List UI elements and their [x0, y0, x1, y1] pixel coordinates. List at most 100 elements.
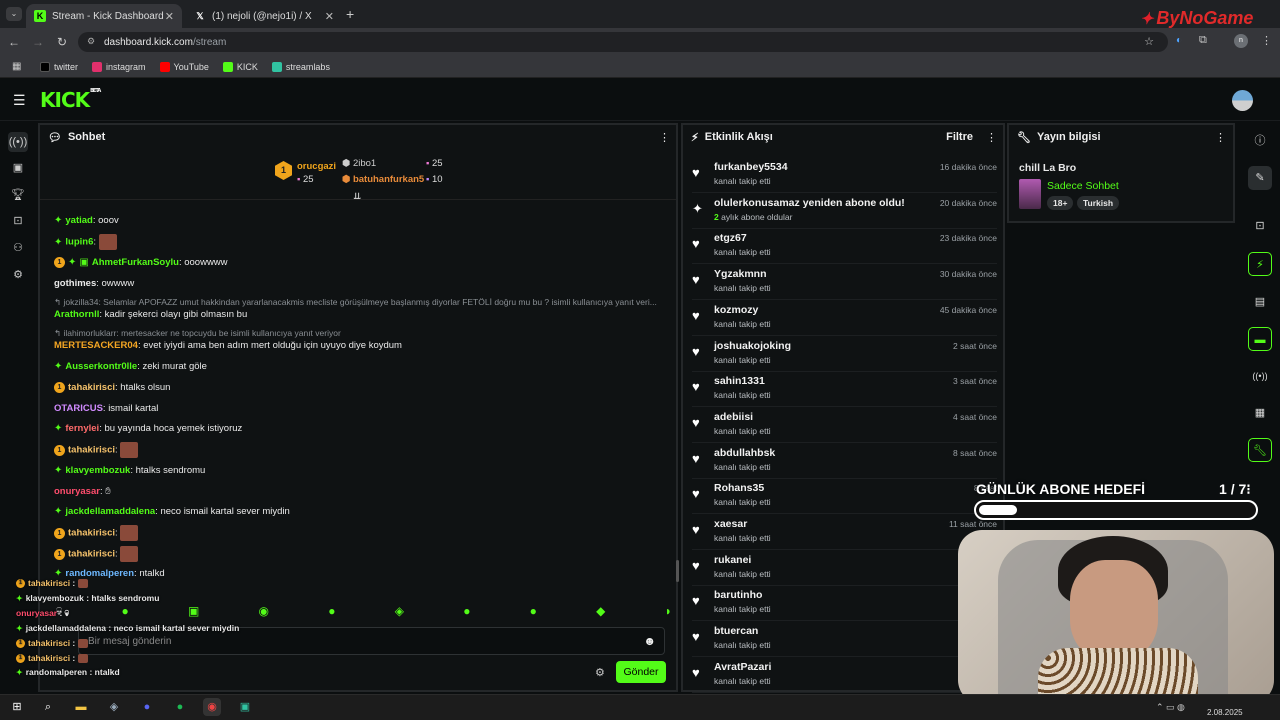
activity-options-icon[interactable]: ⋮: [986, 131, 997, 144]
activity-username[interactable]: etgz67: [714, 232, 747, 244]
emote-green-icon[interactable]: ◈: [395, 604, 404, 622]
profile-avatar[interactable]: n: [1234, 34, 1248, 48]
streamlabs-icon[interactable]: ▣: [236, 698, 254, 716]
star-icon[interactable]: ☆: [1144, 35, 1154, 48]
trophy-icon[interactable]: 🏆︎: [8, 185, 28, 205]
activity-item[interactable]: ♥AvratPazarikanalı takip etti19: [692, 657, 997, 693]
activity-item[interactable]: ♥ adebiisi kanalı takip etti 4 saat önce: [692, 407, 997, 443]
activity-item[interactable]: ♥barutinhokanalı takip etti15: [692, 585, 997, 622]
chat-username[interactable]: gothimes: [54, 278, 96, 289]
wrench-icon[interactable]: 🔧︎: [1248, 438, 1272, 462]
activity-item[interactable]: ♥ Rohans35 kanalı takip etti 8 saat: [692, 478, 997, 515]
chat-icon[interactable]: ▬: [1248, 327, 1272, 351]
chat-scrollbar[interactable]: [676, 560, 679, 582]
activity-item[interactable]: ♥ xaesar kanalı takip etti 11 saat önce: [692, 514, 997, 550]
chat-username[interactable]: tahakirisci: [68, 445, 115, 456]
tab-kick-dashboard[interactable]: K Stream - Kick Dashboard ✕: [26, 4, 182, 28]
close-icon[interactable]: ✕: [165, 10, 174, 23]
layout-icon[interactable]: ▦: [1248, 401, 1272, 425]
activity-username[interactable]: Ygzakmnn: [714, 268, 767, 280]
filter-button[interactable]: Filtre: [946, 131, 973, 143]
chat-username[interactable]: Arathornll: [54, 309, 99, 320]
forward-icon[interactable]: →: [30, 34, 46, 50]
chrome-icon[interactable]: ◉: [203, 698, 221, 716]
emote-green-icon[interactable]: ◆: [596, 604, 605, 622]
category-name[interactable]: Sadece Sohbet: [1047, 180, 1119, 192]
lightning-icon[interactable]: ⚡︎: [1248, 252, 1272, 276]
bookmark-youtube[interactable]: YouTube: [159, 61, 209, 72]
gifter-name[interactable]: orucgazi: [297, 161, 336, 172]
kick-logo[interactable]: KICKBETA: [40, 88, 101, 112]
app-icon[interactable]: ◈: [105, 698, 123, 716]
activity-item[interactable]: ♥btuercankanalı takip etti18: [692, 621, 997, 658]
activity-item[interactable]: ♥ sahin1331 kanalı takip etti 3 saat önce: [692, 371, 997, 408]
system-tray[interactable]: ⌃ ▭ ◍: [1156, 702, 1185, 713]
emote-green-icon[interactable]: ●: [328, 604, 335, 622]
settings-gear-icon[interactable]: ⚙: [8, 265, 28, 285]
hamburger-menu-icon[interactable]: ☰: [13, 92, 26, 109]
bookmark-kick[interactable]: KICK: [222, 61, 258, 72]
activity-username[interactable]: furkanbey5534: [714, 161, 788, 173]
close-icon[interactable]: ✕: [325, 10, 334, 23]
extension-icon[interactable]: ◐: [1176, 35, 1182, 46]
chat-username[interactable]: MERTESACKER04: [54, 340, 138, 351]
emote-green-icon[interactable]: ◗: [665, 604, 672, 622]
chat-username[interactable]: AhmetFurkanSoylu: [92, 257, 179, 268]
tab-x-profile[interactable]: 𝕏 (1) nejoli (@nejo1i) / X ✕: [186, 4, 342, 28]
activity-username[interactable]: Rohans35: [714, 482, 764, 494]
kebab-menu-icon[interactable]: ⋮: [1261, 34, 1272, 47]
broadcast-icon[interactable]: ((•)): [8, 132, 28, 152]
activity-username[interactable]: adebiisi: [714, 411, 753, 423]
chat-username[interactable]: tahakirisci: [68, 382, 115, 393]
reply-preview[interactable]: ↰ ilahimorluklarr: mertesacker ne topcuy…: [54, 328, 341, 339]
broadcast-icon[interactable]: ((•)): [1248, 364, 1272, 388]
site-info-icon[interactable]: ⚙: [87, 36, 95, 47]
emoji-picker-icon[interactable]: ☻: [643, 634, 656, 648]
bookmark-twitter[interactable]: twitter: [40, 61, 78, 72]
new-tab-button[interactable]: +: [346, 6, 354, 22]
activity-item[interactable]: ♥ etgz67 kanalı takip etti 23 dakika önce: [692, 228, 997, 265]
document-icon[interactable]: ▤: [1248, 290, 1272, 314]
chat-username[interactable]: Ausserkontr0lle: [65, 361, 137, 372]
chat-username[interactable]: klavyembozuk: [65, 465, 130, 476]
activity-item[interactable]: ♥rukaneikanalı takip etti15: [692, 550, 997, 586]
chat-options-icon[interactable]: ⋮: [659, 131, 670, 144]
windows-start-icon[interactable]: ⊞: [8, 698, 26, 716]
target-icon[interactable]: ⊡: [1248, 214, 1272, 238]
category-thumbnail[interactable]: [1019, 179, 1041, 209]
edit-pencil-icon[interactable]: ✎: [1248, 166, 1272, 190]
chat-username[interactable]: onuryasar: [54, 486, 100, 497]
emote-green-icon[interactable]: ▣: [188, 604, 199, 622]
emote-green-icon[interactable]: ●: [530, 604, 537, 622]
extensions-puzzle-icon[interactable]: ⧉: [1199, 34, 1207, 47]
analytics-icon[interactable]: ▣: [8, 158, 28, 178]
discord-icon[interactable]: ●: [138, 698, 156, 716]
target-icon[interactable]: ⊡: [8, 211, 28, 231]
activity-username[interactable]: kozmozy: [714, 304, 758, 316]
activity-username[interactable]: btuercan: [714, 625, 758, 637]
chat-username[interactable]: yatiad: [65, 215, 92, 226]
chat-settings-icon[interactable]: ⚙: [595, 666, 605, 679]
gifter-name[interactable]: ⬢ 2ibo1: [342, 158, 376, 169]
chat-username[interactable]: jackdellamaddalena: [65, 506, 155, 517]
chat-username[interactable]: tahakirisci: [68, 549, 115, 560]
gifter-name[interactable]: ⬢ batuhanfurkan5: [342, 174, 424, 185]
send-button[interactable]: Gönder: [616, 661, 666, 683]
emote-green-icon[interactable]: ●: [121, 604, 128, 622]
emote-green-icon[interactable]: ●: [463, 604, 470, 622]
activity-username[interactable]: olulerkonusamaz yeniden abone oldu!: [714, 197, 905, 209]
activity-username[interactable]: AvratPazari: [714, 661, 771, 673]
activity-item[interactable]: ♥ kozmozy kanalı takip etti 45 dakika önce: [692, 300, 997, 336]
chat-username[interactable]: fernylei: [65, 423, 99, 434]
stream-info-options-icon[interactable]: ⋮: [1215, 131, 1226, 144]
activity-item[interactable]: ✦ olulerkonusamaz yeniden abone oldu! 2 ay…: [692, 193, 997, 229]
chat-username[interactable]: tahakirisci: [68, 528, 115, 539]
activity-item[interactable]: ♥ furkanbey5534 kanalı takip etti 16 dakika…: [692, 157, 997, 193]
emote-green-icon[interactable]: ◉: [259, 604, 269, 622]
spotify-icon[interactable]: ●: [171, 698, 189, 716]
activity-item[interactable]: ♥ joshuakojoking kanalı takip etti 2 saat ö…: [692, 336, 997, 372]
activity-username[interactable]: abdullahbsk: [714, 447, 775, 459]
tab-search-button[interactable]: ⌄: [6, 7, 22, 21]
reply-preview[interactable]: ↰ jokzilla34: Selamlar APOFAZZ umut hakk…: [54, 297, 657, 308]
activity-username[interactable]: sahin1331: [714, 375, 765, 387]
